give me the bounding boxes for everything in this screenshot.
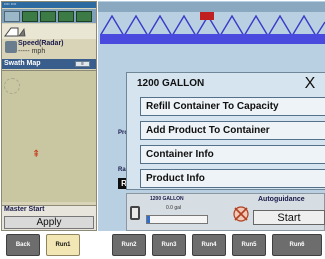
boundary-shape-icon[interactable] bbox=[4, 26, 26, 38]
tab-run1[interactable]: Run1 bbox=[46, 234, 80, 256]
speed-value: ----- mph bbox=[18, 48, 46, 55]
apply-button[interactable]: Apply bbox=[4, 216, 94, 229]
tractor-icon[interactable] bbox=[40, 11, 56, 22]
tab-run2[interactable]: Run2 bbox=[112, 234, 146, 256]
tab-run5[interactable]: Run5 bbox=[232, 234, 266, 256]
tab-back[interactable]: Back bbox=[6, 234, 40, 256]
speed-icon bbox=[5, 41, 17, 53]
tab-run6[interactable]: Run6 bbox=[272, 234, 322, 256]
tank-level-bar bbox=[146, 215, 208, 224]
rate-caption: Ra bbox=[118, 167, 126, 173]
product-info-button[interactable]: Product Info bbox=[140, 169, 325, 188]
settings-icon[interactable] bbox=[76, 11, 92, 22]
autoguidance-label: Autoguidance bbox=[258, 196, 305, 203]
compass-icon bbox=[4, 78, 20, 94]
swath-map-label: Swath Map bbox=[4, 60, 41, 67]
grid-icon[interactable] bbox=[4, 11, 20, 22]
refill-container-button[interactable]: Refill Container To Capacity bbox=[140, 97, 325, 116]
tank-level-fill bbox=[147, 216, 150, 223]
popup-title: 1200 GALLON bbox=[137, 78, 205, 89]
tab-run3[interactable]: Run3 bbox=[152, 234, 186, 256]
close-icon[interactable]: X bbox=[298, 74, 322, 94]
container-info-button[interactable]: Container Info bbox=[140, 145, 325, 164]
tank-title: 1200 GALLON bbox=[150, 196, 184, 202]
tank-amount: 0.0 gal bbox=[166, 205, 182, 211]
status-text: •••• •••• bbox=[4, 1, 17, 6]
tank-icon[interactable] bbox=[130, 206, 140, 220]
master-start-label: Master Start bbox=[4, 206, 45, 213]
add-product-button[interactable]: Add Product To Container bbox=[140, 121, 325, 140]
speed-label: Speed(Radar) bbox=[18, 40, 64, 47]
start-button[interactable]: Start bbox=[253, 210, 325, 225]
field-icon[interactable] bbox=[22, 11, 38, 22]
vehicle-icon: ⇞ bbox=[32, 149, 41, 160]
sprayer-icon[interactable] bbox=[58, 11, 74, 22]
swath-map-menu-button[interactable]: ≡ bbox=[75, 61, 90, 67]
autoguidance-icon bbox=[233, 206, 249, 222]
run-title-strip bbox=[98, 2, 325, 12]
tab-run4[interactable]: Run4 bbox=[192, 234, 226, 256]
boom-sections-bar bbox=[100, 34, 325, 44]
